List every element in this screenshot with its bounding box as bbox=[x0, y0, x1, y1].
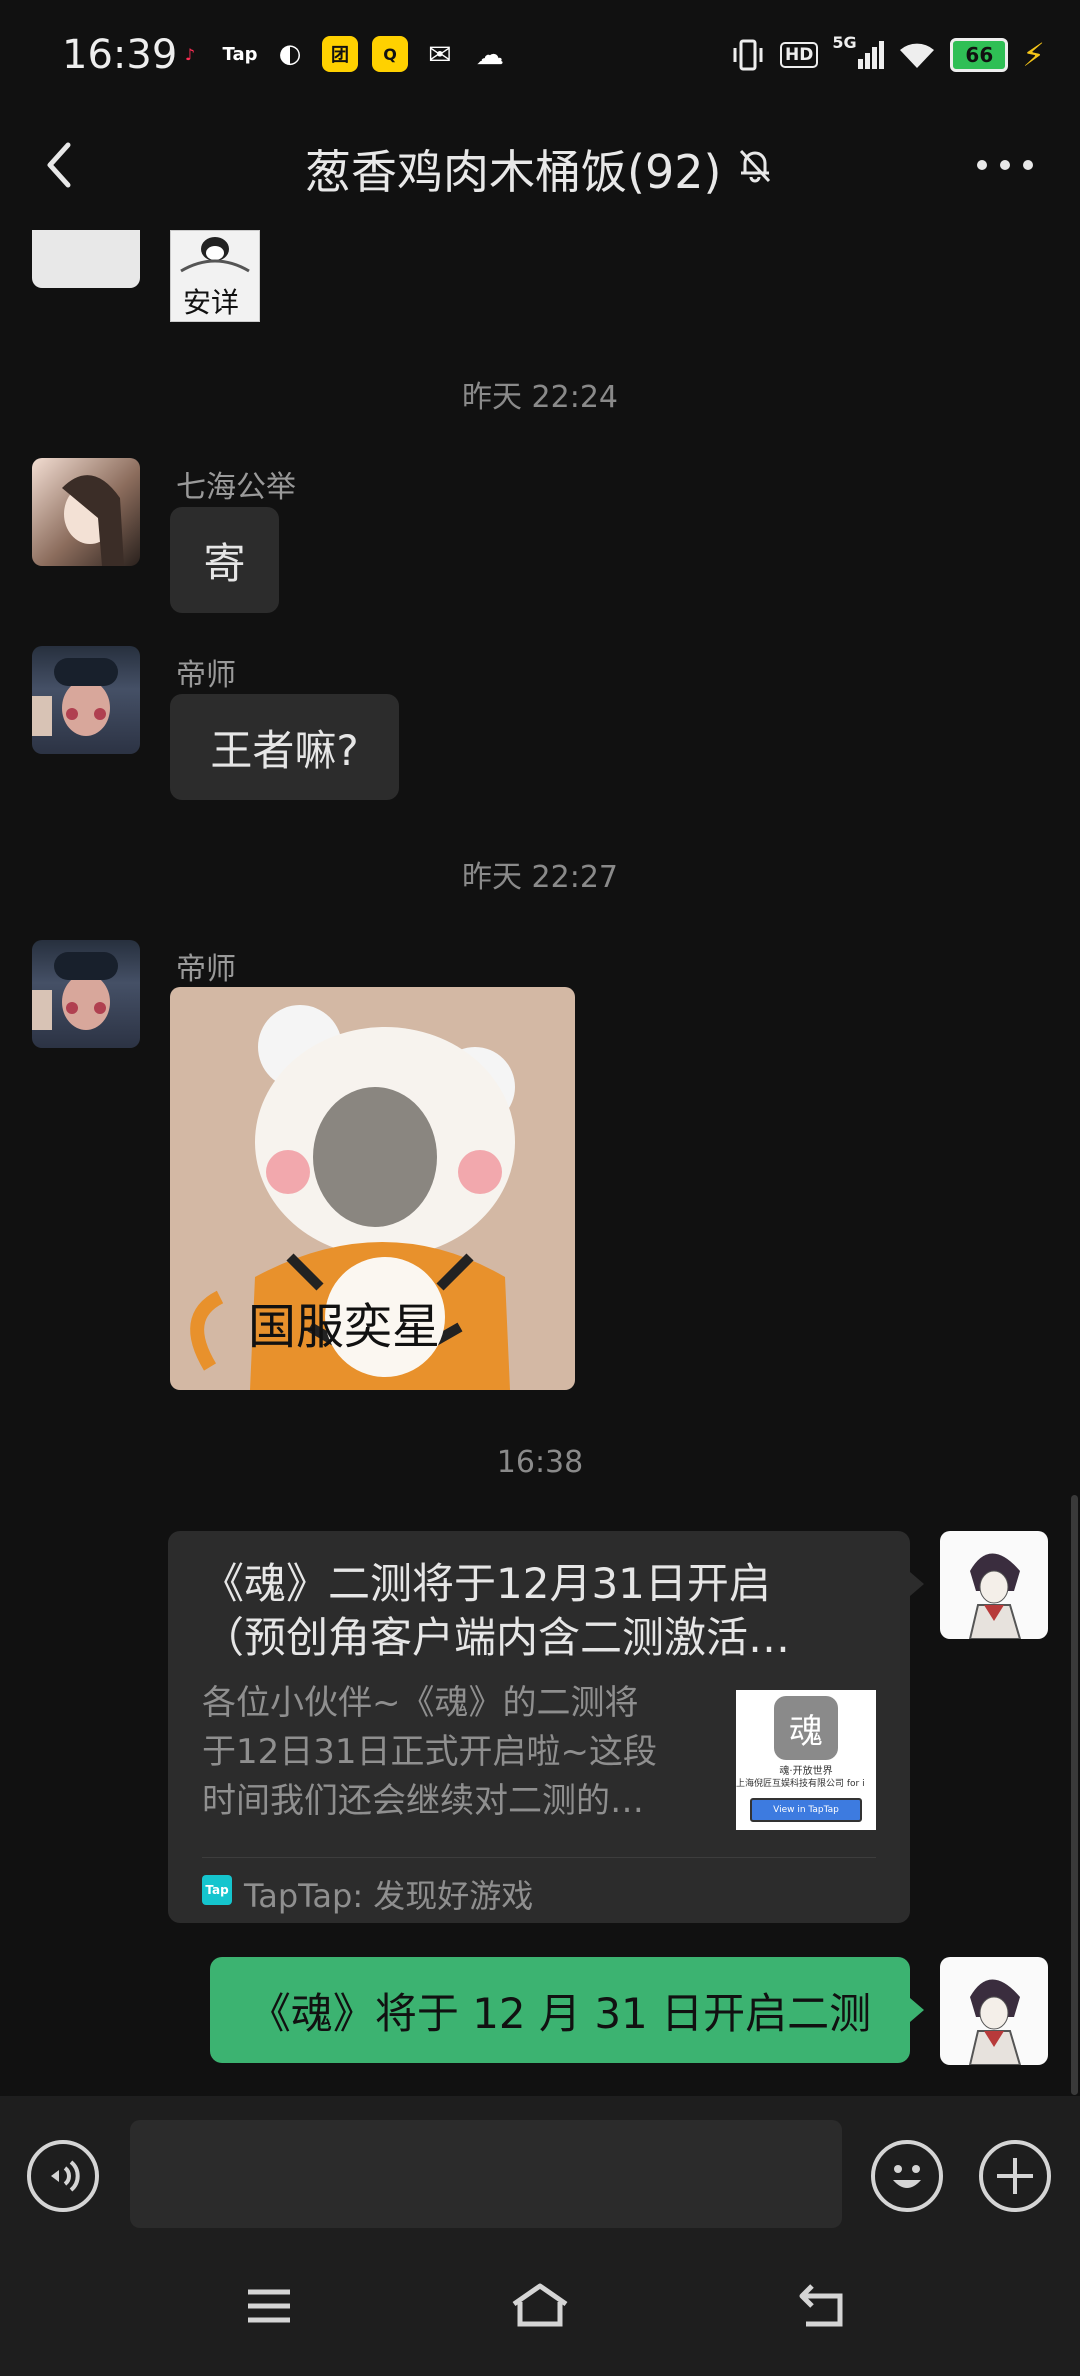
back-nav-button[interactable] bbox=[796, 2282, 852, 2330]
my-avatar[interactable] bbox=[940, 1957, 1048, 2065]
anime-avatar-icon bbox=[968, 1979, 1022, 2065]
more-options-button[interactable] bbox=[970, 145, 1040, 185]
network-type: 5G bbox=[832, 33, 857, 52]
voice-button[interactable] bbox=[27, 2140, 99, 2212]
sticker-caption: 国服奕星 bbox=[248, 1299, 441, 1355]
avatar-dishi[interactable] bbox=[32, 940, 140, 1048]
tiktok-icon: ♪ bbox=[184, 44, 196, 64]
link-card-description: 各位小伙伴~《魂》的二测将 于12日31日正式开启啦~这段 时间我们还会继续对二… bbox=[202, 1679, 702, 1826]
link-card-desc-line: 时间我们还会继续对二测的… bbox=[202, 1781, 644, 1821]
charging-icon: ⚡ bbox=[1022, 36, 1045, 74]
vibrate-icon bbox=[733, 39, 763, 71]
text-message-bubble[interactable]: 《魂》将于 12 月 31 日开启二测 bbox=[210, 1957, 910, 2063]
face-avatar-icon bbox=[32, 658, 118, 736]
message-timestamp: 16:38 bbox=[496, 1445, 584, 1480]
sender-name: 帝师 bbox=[176, 952, 236, 987]
sticker-label: 安详 bbox=[183, 286, 240, 319]
sticker-message[interactable]: 国服奕星 bbox=[170, 987, 575, 1390]
link-card-title: 《魂》二测将于12月31日开启 （预创角客户端内含二测激活… bbox=[202, 1557, 882, 1665]
message-timestamp: 昨天 22:27 bbox=[462, 860, 618, 895]
link-card-desc-line: 各位小伙伴~《魂》的二测将 bbox=[202, 1683, 639, 1723]
scrollbar[interactable] bbox=[1071, 1495, 1078, 2095]
message-timestamp: 昨天 22:24 bbox=[462, 380, 618, 415]
back-button[interactable] bbox=[30, 135, 90, 195]
anime-avatar-icon bbox=[968, 1553, 1022, 1639]
link-card-title-line: 《魂》二测将于12月31日开启 bbox=[202, 1559, 771, 1608]
message-text: 王者嘛? bbox=[210, 725, 359, 775]
text-message-bubble[interactable]: 寄 bbox=[170, 507, 279, 613]
thumbnail-button: View in TapTap bbox=[750, 1798, 862, 1822]
speed-icon: ◐ bbox=[278, 39, 302, 69]
sender-name: 七海公举 bbox=[176, 470, 296, 505]
status-time: 16:39 bbox=[62, 32, 178, 78]
avatar[interactable] bbox=[32, 230, 140, 288]
status-right: HD 5G 66 ⚡ bbox=[730, 33, 1045, 74]
plus-icon bbox=[997, 2158, 1033, 2194]
hd-icon: HD bbox=[780, 42, 819, 68]
sender-name: 帝师 bbox=[176, 658, 236, 693]
game-logo-icon: 魂 bbox=[774, 1696, 838, 1760]
bubble-tail bbox=[910, 1572, 924, 1596]
meituan-icon: 团 bbox=[322, 36, 358, 72]
status-app-icons: ♪ Tap ◐ 团 Q ✉ ☁ bbox=[172, 36, 508, 72]
taptap-icon: Tap bbox=[202, 1875, 232, 1905]
mute-bell-icon bbox=[739, 149, 771, 183]
wifi-icon bbox=[900, 43, 935, 68]
message-text: 寄 bbox=[203, 538, 246, 588]
battery-icon: 66 bbox=[950, 38, 1009, 72]
chat-title: 葱香鸡肉木桶饭(92) bbox=[305, 145, 722, 199]
qq-browser-icon: Q bbox=[372, 36, 408, 72]
more-functions-button[interactable] bbox=[979, 2140, 1051, 2212]
emoji-button[interactable] bbox=[871, 2140, 943, 2212]
face-avatar-icon bbox=[32, 952, 118, 1030]
thumbnail-text: 魂·开放世界 bbox=[779, 1766, 833, 1777]
my-avatar[interactable] bbox=[940, 1531, 1048, 1639]
bubble-tail bbox=[910, 1998, 924, 2022]
voice-icon bbox=[51, 2160, 80, 2192]
taptap-icon: Tap bbox=[222, 43, 258, 65]
avatar-dishi[interactable] bbox=[32, 646, 140, 754]
link-card-thumbnail: 魂 魂·开放世界 上海倪匠互娱科技有限公司 for i View in TapT… bbox=[736, 1690, 876, 1830]
wechat-icon: ☁ bbox=[476, 37, 504, 71]
text-message-bubble[interactable]: 王者嘛? bbox=[170, 694, 399, 800]
mail-icon: ✉ bbox=[428, 37, 452, 71]
signal-icon: 5G bbox=[832, 33, 885, 69]
menu-nav-button[interactable] bbox=[244, 2286, 294, 2326]
link-card-desc-line: 于12日31日正式开启啦~这段 bbox=[202, 1732, 658, 1772]
message-input[interactable] bbox=[130, 2120, 842, 2228]
avatar-qihai[interactable] bbox=[32, 458, 140, 566]
link-card-title-line: （预创角客户端内含二测激活… bbox=[202, 1613, 791, 1662]
thumbnail-text: 上海倪匠互娱科技有限公司 for i bbox=[736, 1779, 865, 1789]
anime-avatar-icon bbox=[62, 475, 124, 566]
message-text: 《魂》将于 12 月 31 日开启二测 bbox=[248, 1988, 872, 2038]
link-card-source: TapTap: 发现好游戏 bbox=[244, 1877, 534, 1915]
link-card-divider bbox=[202, 1857, 876, 1858]
smiley-icon bbox=[893, 2165, 921, 2188]
link-card-message[interactable]: 《魂》二测将于12月31日开启 （预创角客户端内含二测激活… 各位小伙伴~《魂》… bbox=[168, 1531, 910, 1923]
sticker-message[interactable]: 安详 bbox=[170, 230, 260, 322]
home-nav-button[interactable] bbox=[508, 2282, 572, 2330]
